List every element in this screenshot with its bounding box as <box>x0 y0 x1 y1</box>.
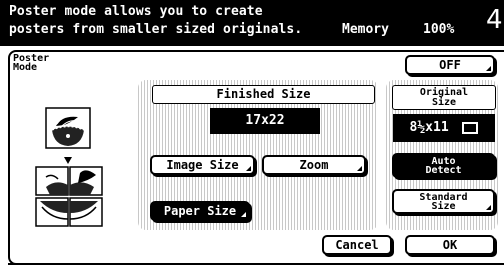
paper-size-button[interactable]: Paper Size <box>150 201 250 221</box>
finished-size-value: 17x22 <box>210 108 320 134</box>
banana-bowl-poster-tiles-icon <box>35 166 103 227</box>
message-bar: Poster mode allows you to create posters… <box>0 0 504 46</box>
panel-bottom-border <box>8 263 504 265</box>
original-size-header: Original Size <box>392 85 496 110</box>
memory-label: Memory <box>342 22 389 37</box>
message-line-2: posters from smaller sized originals. <box>9 22 303 37</box>
ok-button[interactable]: OK <box>405 235 495 255</box>
off-button[interactable]: OFF <box>405 55 495 75</box>
finished-size-header: Finished Size <box>152 85 375 104</box>
message-line-1: Poster mode allows you to create <box>9 4 263 19</box>
image-size-button[interactable]: Image Size <box>150 155 255 175</box>
zoom-button[interactable]: Zoom <box>262 155 366 175</box>
original-size-value: 8½x11 <box>393 114 495 142</box>
down-arrow-icon <box>64 157 72 164</box>
screen-number: 4 <box>486 5 503 35</box>
portrait-page-icon <box>462 121 479 134</box>
memory-value: 100% <box>423 22 455 37</box>
banana-bowl-icon <box>45 107 91 149</box>
auto-detect-button[interactable]: Auto Detect <box>392 153 495 178</box>
standard-size-button[interactable]: Standard Size <box>392 189 495 214</box>
mode-label: Poster Mode <box>13 53 50 73</box>
poster-preview <box>35 107 103 227</box>
cancel-button[interactable]: Cancel <box>322 235 392 255</box>
